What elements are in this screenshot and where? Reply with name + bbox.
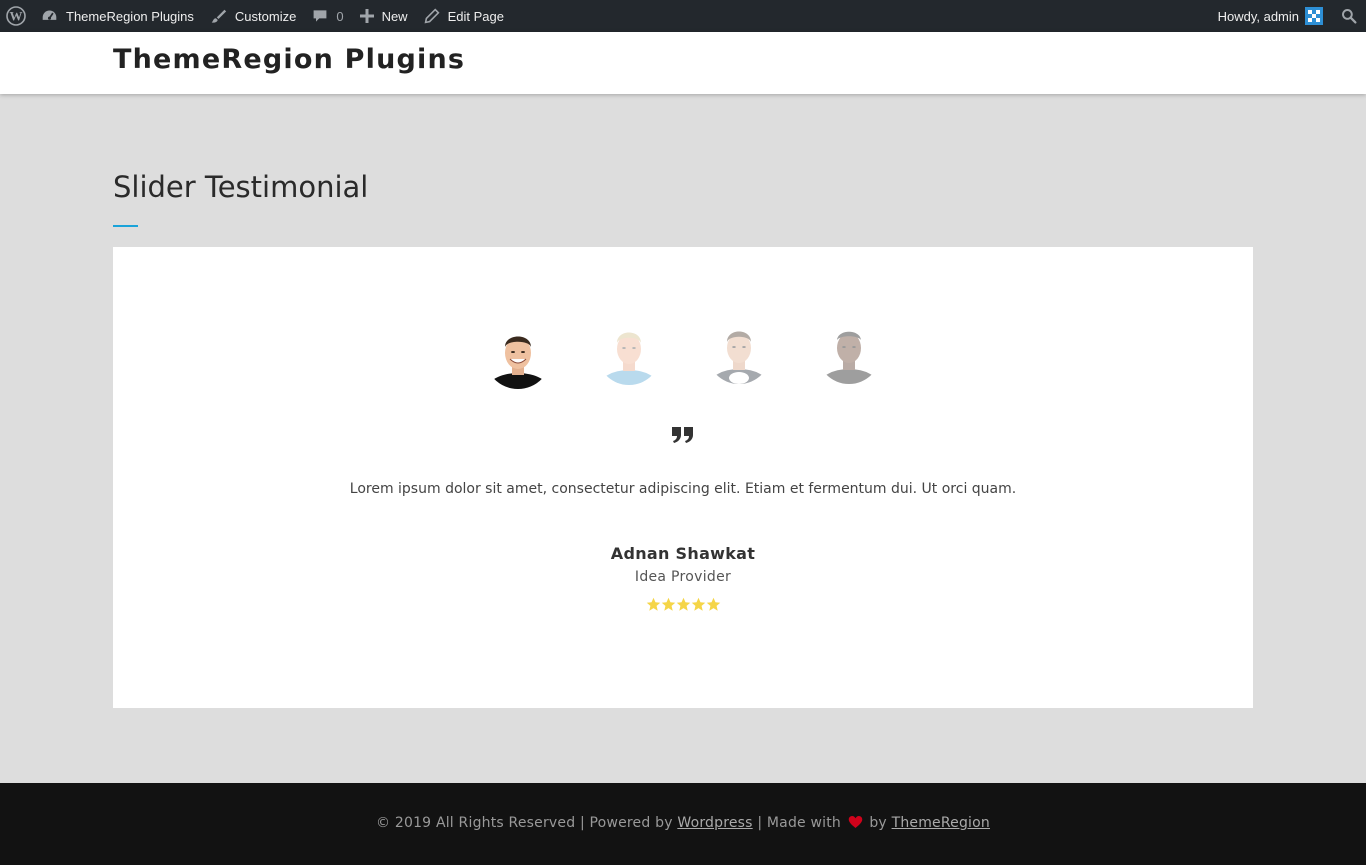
- comments-menu[interactable]: 0: [304, 0, 351, 32]
- comments-count: 0: [336, 8, 344, 24]
- star-icon: [661, 597, 675, 611]
- pencil-icon: [424, 8, 440, 24]
- footer-credits: © 2019 All Rights Reserved | Powered by …: [0, 815, 1366, 833]
- new-content-menu[interactable]: New: [352, 0, 416, 32]
- testimonial-avatar-2[interactable]: [597, 321, 661, 385]
- wordpress-logo-icon: W: [6, 6, 26, 26]
- admin-search[interactable]: [1331, 0, 1366, 32]
- avatar-thumbnails: [485, 317, 885, 397]
- testimonial-avatar-3[interactable]: [707, 320, 771, 384]
- author-role: Idea Provider: [634, 569, 732, 585]
- themeregion-link[interactable]: ThemeRegion: [892, 815, 990, 831]
- testimonial-avatar-4[interactable]: [817, 320, 881, 384]
- copyright-text: © 2019 All Rights Reserved | Powered by: [376, 815, 673, 831]
- page-title: Slider Testimonial: [113, 170, 369, 204]
- edit-page-label: Edit Page: [447, 8, 504, 24]
- edit-page-menu[interactable]: Edit Page: [416, 0, 512, 32]
- star-icon: [646, 597, 660, 611]
- howdy-label: Howdy, admin: [1217, 8, 1299, 24]
- customize-menu[interactable]: Customize: [202, 0, 304, 32]
- quote-icon: [671, 424, 695, 444]
- rating-stars: [644, 597, 722, 613]
- title-underline: [113, 225, 138, 227]
- dashboard-icon: [41, 8, 58, 25]
- star-icon: [706, 597, 720, 611]
- site-footer: © 2019 All Rights Reserved | Powered by …: [0, 783, 1366, 865]
- wp-admin-bar: W ThemeRegion Plugins Customize 0 New Ed…: [0, 0, 1366, 32]
- testimonial-slider: Lorem ipsum dolor sit amet, consectetur …: [113, 247, 1253, 708]
- site-title[interactable]: ThemeRegion Plugins: [113, 44, 465, 75]
- site-name-label: ThemeRegion Plugins: [66, 8, 194, 24]
- svg-text:W: W: [10, 9, 23, 24]
- author-name: Adnan Shawkat: [610, 544, 756, 563]
- site-header: ThemeRegion Plugins: [0, 32, 1366, 94]
- site-name-menu[interactable]: ThemeRegion Plugins: [33, 0, 202, 32]
- admin-bar-left: W ThemeRegion Plugins Customize 0 New Ed…: [0, 0, 512, 32]
- by-text: by: [869, 815, 887, 831]
- wordpress-link[interactable]: Wordpress: [677, 815, 752, 831]
- testimonial-text: Lorem ipsum dolor sit amet, consectetur …: [349, 481, 1017, 497]
- plus-icon: [359, 9, 374, 23]
- star-icon: [691, 597, 705, 611]
- paintbrush-icon: [210, 8, 227, 25]
- search-icon: [1341, 8, 1357, 24]
- testimonial-avatar-1[interactable]: [485, 323, 551, 389]
- admin-bar-right: Howdy, admin: [1210, 0, 1366, 32]
- star-icon: [676, 597, 690, 611]
- avatar: [1305, 7, 1323, 25]
- new-label: New: [381, 8, 408, 24]
- customize-label: Customize: [234, 8, 297, 24]
- my-account-menu[interactable]: Howdy, admin: [1210, 0, 1331, 32]
- made-with-text: | Made with: [757, 815, 842, 831]
- wordpress-logo-menu[interactable]: W: [0, 0, 33, 32]
- comment-bubble-icon: [312, 8, 328, 24]
- heart-icon: [848, 815, 863, 833]
